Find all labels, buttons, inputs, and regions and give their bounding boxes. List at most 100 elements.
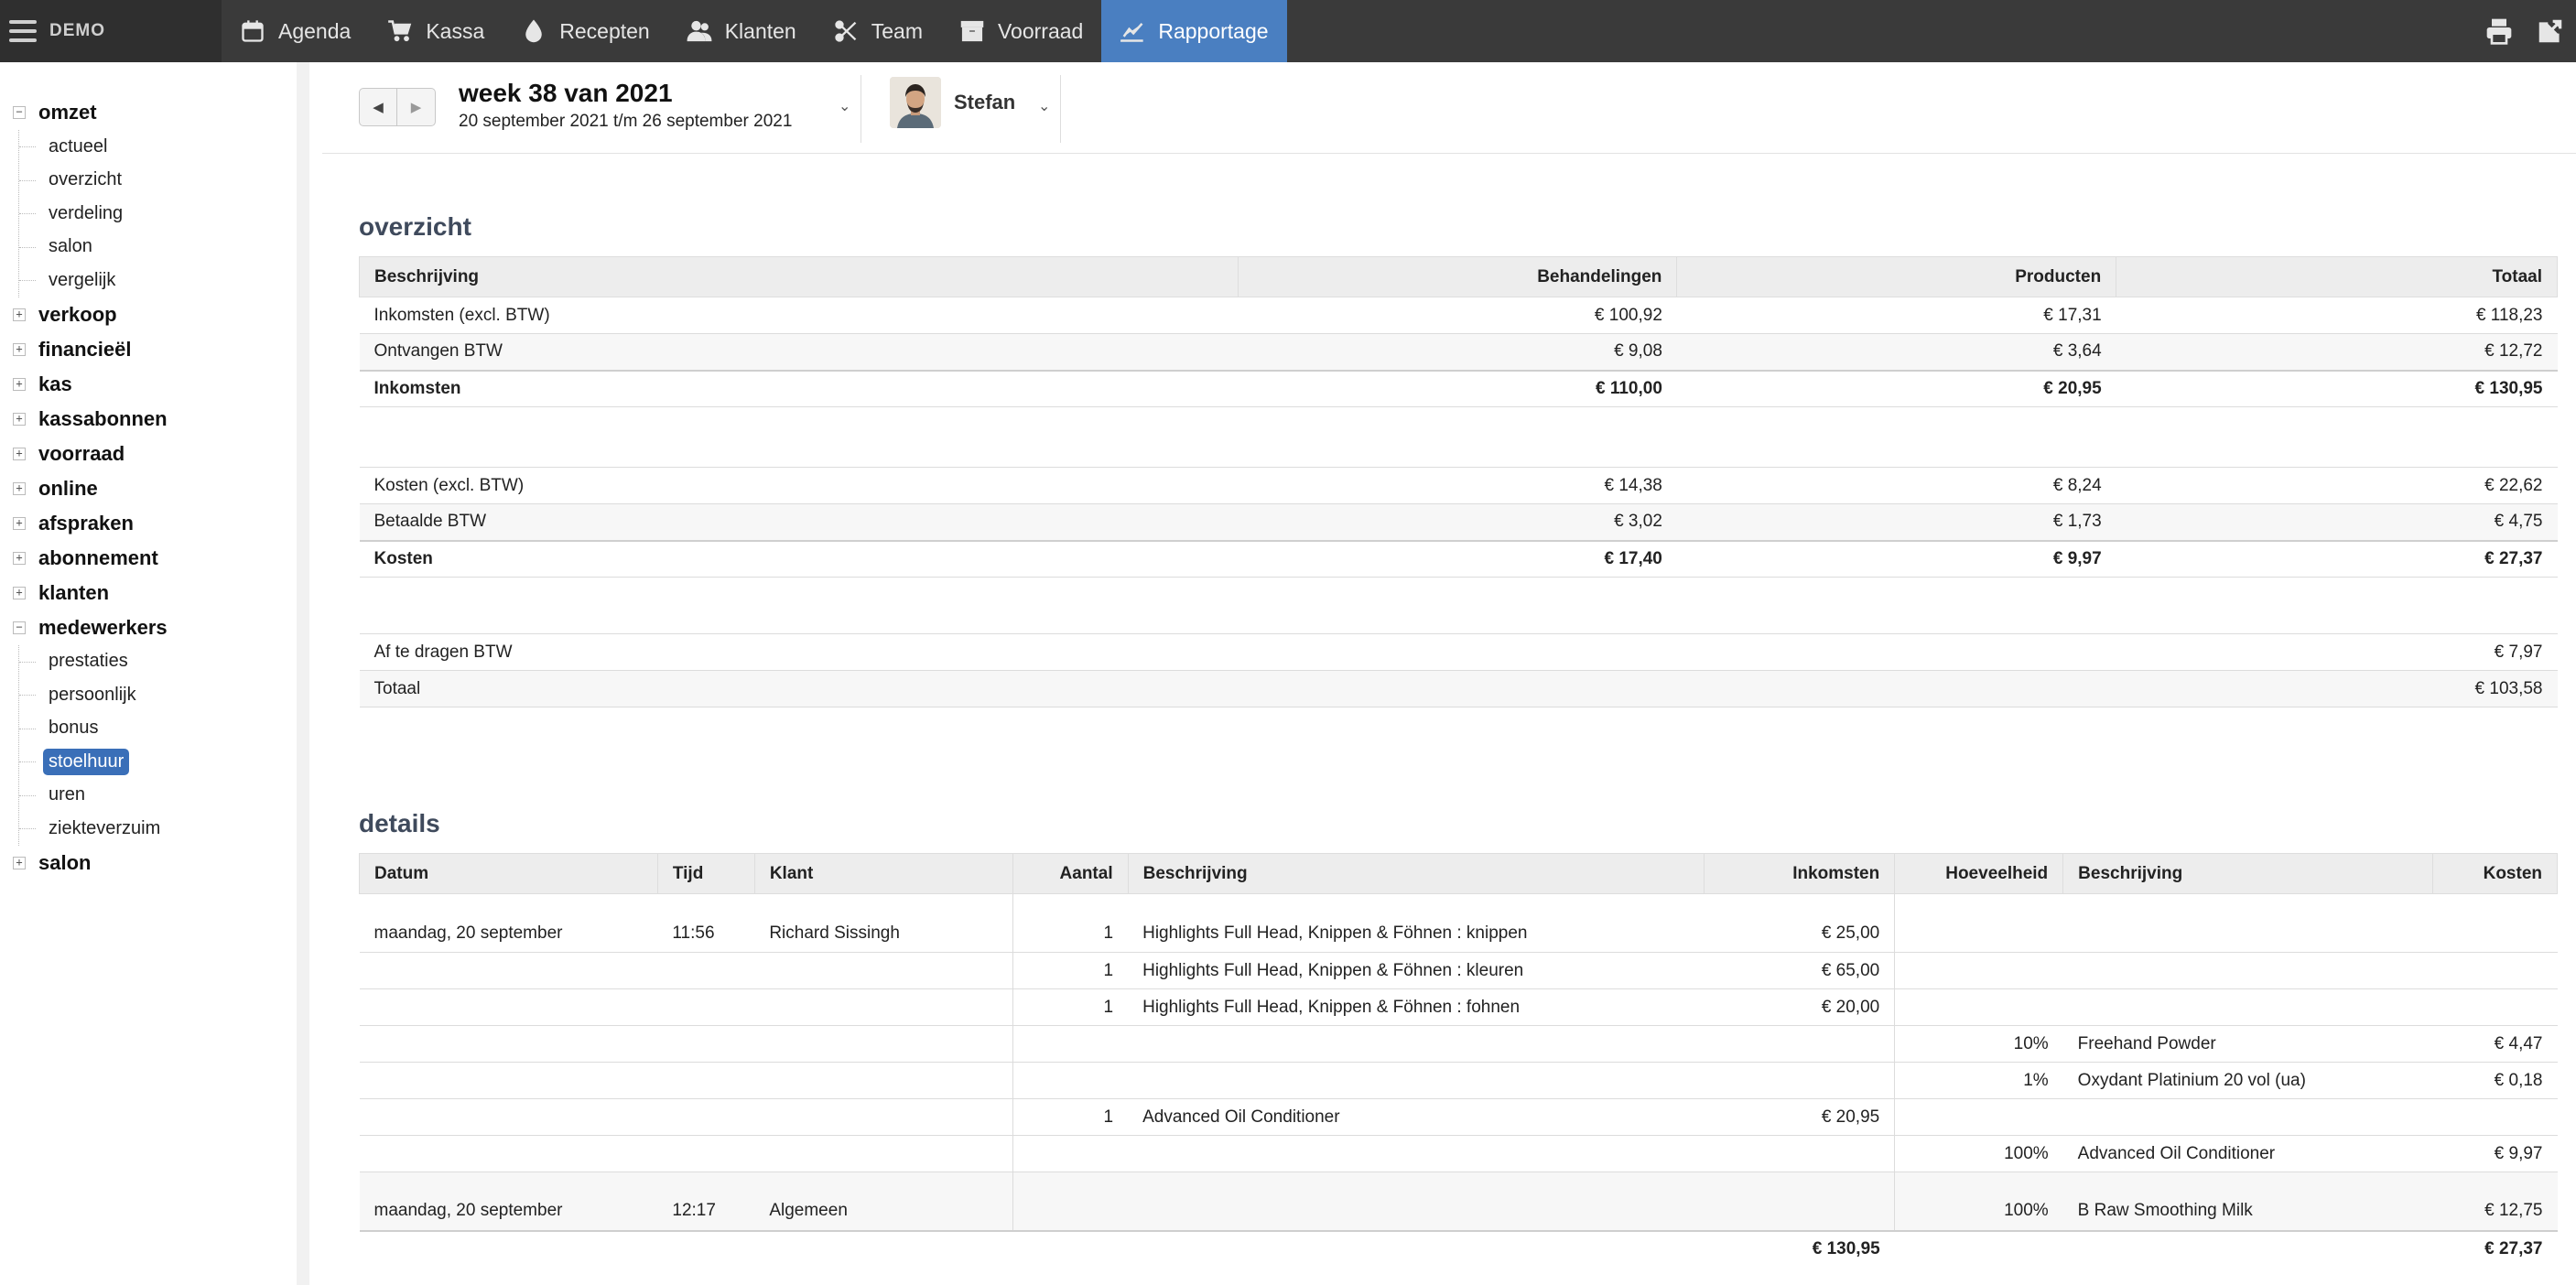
expand-toggle[interactable]: + — [13, 856, 26, 869]
week-navigation: ◀ ▶ — [359, 88, 436, 126]
tree-row-kassabonnen[interactable]: + kassabonnen — [13, 402, 297, 437]
tree-item-persoonlijk[interactable]: persoonlijk — [19, 678, 297, 712]
table-row: 100% Advanced Oil Conditioner € 9,97 — [359, 1135, 2558, 1172]
details-table: Datum Tijd Klant Aantal Beschrijving Ink… — [359, 853, 2558, 1268]
table-row: Kosten (excl. BTW) € 14,38 € 8,24 € 22,6… — [359, 467, 2558, 504]
next-week-button[interactable]: ▶ — [397, 88, 436, 126]
table-row: 1 Advanced Oil Conditioner € 20,95 — [359, 1098, 2558, 1136]
column-header: Klant — [753, 853, 1013, 894]
nav-agenda-label: Agenda — [278, 18, 352, 43]
column-header: Aantal — [1012, 853, 1129, 894]
drop-icon — [525, 19, 543, 43]
tree-item-stoelhuur[interactable]: stoelhuur — [19, 745, 297, 779]
tree-row-omzet[interactable]: − omzet — [13, 95, 297, 130]
table-row: 1 Highlights Full Head, Knippen & Föhnen … — [359, 988, 2558, 1026]
scissors-icon — [835, 20, 857, 42]
expand-toggle[interactable]: + — [13, 377, 26, 391]
person-avatar-icon — [890, 77, 941, 128]
tree-row-verkoop[interactable]: + verkoop — [13, 297, 297, 332]
expand-toggle[interactable]: + — [13, 308, 26, 321]
hamburger-menu-icon[interactable] — [9, 20, 37, 42]
brand-menu[interactable]: DEMO — [0, 0, 222, 62]
nav-voorraad-label: Voorraad — [997, 18, 1084, 43]
nav-rapportage[interactable]: Rapportage — [1101, 0, 1287, 62]
income-total-row: Inkomsten € 110,00 € 20,95 € 130,95 — [359, 369, 2558, 407]
nav-team[interactable]: Team — [815, 0, 941, 62]
employee-avatar — [890, 77, 941, 128]
table-row: Ontvangen BTW € 9,08 € 3,64 € 12,72 — [359, 333, 2558, 371]
nav-team-label: Team — [871, 18, 923, 43]
expand-toggle[interactable]: + — [13, 342, 26, 356]
column-header: Tijd — [656, 853, 755, 894]
tree-row-financieel[interactable]: + financieël — [13, 332, 297, 367]
users-icon — [687, 20, 712, 42]
tree-row-online[interactable]: + online — [13, 471, 297, 506]
expand-toggle[interactable]: + — [13, 586, 26, 599]
week-selector[interactable]: week 38 van 2021 20 september 2021 t/m 2… — [459, 79, 792, 132]
top-navigation-bar: DEMO Agenda Kassa Recepten Klanten Team … — [0, 0, 2576, 62]
expand-toggle[interactable]: + — [13, 447, 26, 460]
tree-item-salon[interactable]: salon — [19, 231, 297, 265]
tree-row-voorraad[interactable]: + voorraad — [13, 437, 297, 471]
nav-agenda[interactable]: Agenda — [222, 0, 369, 62]
tree-row-kas[interactable]: + kas — [13, 367, 297, 402]
tree-row-medewerkers[interactable]: − medewerkers — [13, 610, 297, 645]
nav-kassa[interactable]: Kassa — [369, 0, 503, 62]
employee-name: Stefan — [954, 91, 1016, 113]
tree-item-actueel[interactable]: actueel — [19, 130, 297, 164]
expand-toggle[interactable]: + — [13, 481, 26, 495]
nav-rapportage-label: Rapportage — [1158, 18, 1269, 43]
tree-row-salon[interactable]: + salon — [13, 846, 297, 880]
collapse-toggle[interactable]: − — [13, 106, 26, 119]
tree-row-afspraken[interactable]: + afspraken — [13, 506, 297, 541]
btw-row: Af te dragen BTW € 7,97 — [359, 633, 2558, 671]
tree-item-vergelijk[interactable]: vergelijk — [19, 264, 297, 297]
table-row: maandag, 20 september 12:17 Algemeen 100% B… — [359, 1172, 2558, 1231]
tree-row-klanten[interactable]: + klanten — [13, 576, 297, 610]
printer-icon — [2486, 18, 2512, 45]
tree-item-overzicht[interactable]: overzicht — [19, 164, 297, 198]
column-header: Beschrijving — [1127, 853, 1705, 894]
box-icon — [960, 20, 984, 42]
column-header: Hoeveelheid — [1894, 853, 2064, 894]
expand-toggle[interactable]: + — [13, 516, 26, 530]
column-header: Producten — [1676, 256, 2117, 297]
column-header: Behandelingen — [1237, 256, 1678, 297]
export-button[interactable] — [2525, 0, 2576, 62]
overview-header-row: Beschrijving Behandelingen Producten Tot… — [359, 256, 2558, 297]
details-total-row: € 130,95 € 27,37 — [359, 1229, 2558, 1268]
tree-item-ziekteverzuim[interactable]: ziekteverzuim — [19, 812, 297, 846]
details-total-income: € 130,95 — [1704, 1229, 1895, 1268]
chart-line-icon — [1120, 22, 1144, 42]
table-row: maandag, 20 september 11:56 Richard Sissin… — [359, 893, 2558, 953]
table-row: 1% Oxydant Platinium 20 vol (ua) € 0,18 — [359, 1062, 2558, 1099]
spacer-row — [360, 578, 2558, 634]
column-header: Inkomsten — [1704, 853, 1896, 894]
tree-item-uren[interactable]: uren — [19, 779, 297, 813]
column-header: Beschrijving — [359, 256, 1239, 297]
nav-voorraad[interactable]: Voorraad — [941, 0, 1101, 62]
tree-item-verdeling[interactable]: verdeling — [19, 197, 297, 231]
tree-item-bonus[interactable]: bonus — [19, 712, 297, 746]
collapse-toggle[interactable]: − — [13, 621, 26, 634]
expand-toggle[interactable]: + — [13, 551, 26, 565]
employee-selector[interactable]: Stefan — [890, 77, 1015, 128]
tree-row-abonnement[interactable]: + abonnement — [13, 541, 297, 576]
print-button[interactable] — [2473, 0, 2525, 62]
toolbar-divider — [1060, 75, 1061, 143]
nav-klanten[interactable]: Klanten — [668, 0, 815, 62]
calendar-icon — [242, 20, 264, 42]
spacer-row — [360, 407, 2558, 468]
previous-week-button[interactable]: ◀ — [359, 88, 397, 126]
week-range: 20 september 2021 t/m 26 september 2021 — [459, 112, 793, 131]
column-header: Kosten — [2432, 853, 2558, 894]
report-sidebar: − omzet actueel overzicht verdeling salon… — [0, 62, 309, 1285]
employee-dropdown-chevron-icon[interactable]: ⌄ — [1038, 97, 1056, 115]
nav-recepten[interactable]: Recepten — [503, 0, 667, 62]
expand-toggle[interactable]: + — [13, 412, 26, 426]
tree-item-prestaties[interactable]: prestaties — [19, 645, 297, 679]
week-dropdown-chevron-icon[interactable]: ⌄ — [839, 97, 857, 115]
overview-table: Beschrijving Behandelingen Producten Tot… — [359, 256, 2558, 707]
table-row: Inkomsten (excl. BTW) € 100,92 € 17,31 €… — [359, 297, 2558, 334]
period-toolbar: ◀ ▶ week 38 van 2021 20 september 2021 t… — [322, 62, 2576, 154]
